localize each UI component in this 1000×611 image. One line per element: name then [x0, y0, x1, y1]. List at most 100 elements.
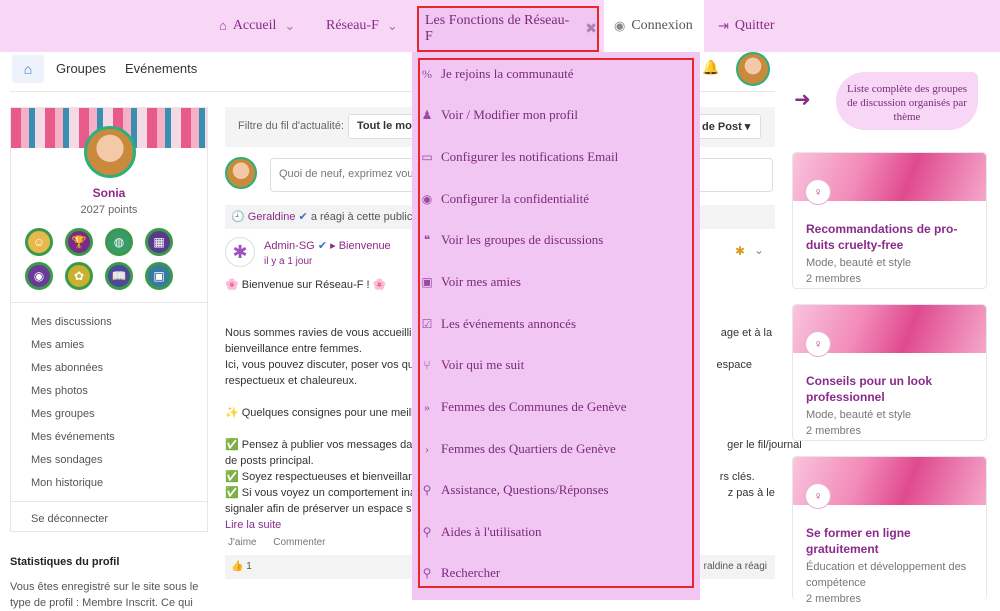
stats-text: Vous êtes enregistré sur le site sous le…	[10, 581, 199, 609]
profile-card: Sonia 2027 points ☺ 🏆 ◍ ▦ ◉ ✿ 📖 ▣	[10, 107, 208, 303]
verified-icon: ✔	[298, 211, 308, 223]
menu-item-label: Les événements annoncés	[441, 316, 577, 331]
menu-item-aides[interactable]: ⚲ Aides à l'utilisation	[420, 524, 542, 540]
group-members: 2 membres	[806, 593, 862, 605]
avatar[interactable]	[225, 157, 257, 189]
promo-bubble[interactable]: Liste complète des groupes de discussion…	[836, 72, 978, 130]
close-icon[interactable]: ✖	[585, 21, 597, 38]
home-icon: ⌂	[219, 18, 227, 33]
caret-right-icon: ▸	[330, 240, 336, 252]
likes-count[interactable]: 1	[246, 561, 252, 572]
nav-quitter[interactable]: ⇥ Quitter	[718, 0, 775, 52]
badge-id-icon[interactable]: ▣	[145, 262, 173, 290]
bell-icon[interactable]: 🔔	[702, 59, 719, 76]
subnav-groupes[interactable]: Groupes	[56, 61, 106, 76]
menu-item-label: Voir mes amies	[441, 274, 521, 289]
thumbs-up-icon: 👍	[231, 561, 244, 572]
group-cover: ♀	[793, 153, 986, 205]
badge-smile-icon[interactable]: ☺	[25, 228, 53, 256]
menu-item-label: Rechercher	[441, 565, 501, 580]
verified-icon: ✔	[317, 240, 328, 252]
menu-item-label: Je rejoins la communauté	[441, 66, 574, 81]
venus-icon: ♀	[805, 179, 831, 205]
menu-item-label: Voir qui me suit	[441, 357, 525, 372]
menu-item-label: Voir / Modifier mon profil	[441, 107, 578, 122]
menu-item-label: Configurer les notifications Email	[441, 149, 619, 164]
chevron-down-icon: ⌄	[284, 18, 296, 33]
flower-icon: ✱	[735, 244, 746, 258]
nav-quitter-label: Quitter	[734, 18, 775, 33]
chevron-down-icon[interactable]: ⌄	[754, 243, 764, 257]
menu-item-profil[interactable]: ♟ Voir / Modifier mon profil	[420, 107, 578, 123]
badge-image-icon[interactable]: ▦	[145, 228, 173, 256]
subnav-evenements[interactable]: Evénements	[125, 61, 197, 76]
activity-user[interactable]: Geraldine	[248, 211, 296, 223]
menu-item-evenements[interactable]: ☑ Les événements annoncés	[420, 316, 576, 332]
menu-item-confidentialite[interactable]: ◉ Configurer la confidentialité	[420, 191, 589, 207]
badge-globe-icon[interactable]: ◍	[105, 228, 133, 256]
post-author-avatar[interactable]: ✱	[225, 237, 255, 267]
sort-select-label: de Post	[702, 121, 742, 133]
menu-item-rechercher[interactable]: ⚲ Rechercher	[420, 565, 501, 581]
nav-fonctions-label: Les Fonctions de Réseau-F	[425, 13, 570, 44]
menu-mes-amies[interactable]: Mes amies	[31, 334, 207, 357]
menu-mon-historique[interactable]: Mon historique	[31, 472, 207, 495]
nav-fonctions[interactable]: Les Fonctions de Réseau-F ✖	[417, 6, 599, 52]
nav-connexion-label: Connexion	[631, 18, 693, 33]
group-card[interactable]: ♀ Recommandations de pro-duits cruelty-f…	[792, 152, 987, 289]
post-timestamp[interactable]: il y a 1 jour	[264, 256, 312, 267]
menu-item-assistance[interactable]: ⚲ Assistance, Questions/Réponses	[420, 482, 609, 498]
group-card[interactable]: ♀ Se former en ligne gratuitement Éducat…	[792, 456, 987, 605]
badge-book-icon[interactable]: 📖	[105, 262, 133, 290]
like-button[interactable]: J'aime	[228, 537, 257, 548]
menu-mes-discussions[interactable]: Mes discussions	[31, 311, 207, 334]
filter-select[interactable]: Tout le mon	[348, 114, 418, 139]
badge-user-icon[interactable]: ◉	[25, 262, 53, 290]
badge-flower-icon[interactable]: ✿	[65, 262, 93, 290]
menu-item-notifications[interactable]: ▭ Configurer les notifications Email	[420, 149, 618, 165]
user-icon: ♟	[421, 107, 433, 122]
venus-icon: ♀	[805, 483, 831, 509]
home-button[interactable]: ⌂	[12, 55, 44, 83]
menu-mes-abonnees[interactable]: Mes abonnées	[31, 357, 207, 380]
profile-name[interactable]: Sonia	[11, 186, 207, 200]
top-navbar: ⌂ Accueil ⌄ Réseau-F ⌄ Les Fonctions de …	[0, 0, 1000, 52]
group-title[interactable]: Conseils pour un look professionnel	[806, 373, 976, 405]
comment-button[interactable]: Commenter	[273, 537, 325, 548]
nav-connexion[interactable]: ◉ Connexion	[604, 0, 704, 52]
logout-link[interactable]: Se déconnecter	[31, 508, 207, 531]
avatar[interactable]	[736, 52, 770, 86]
stats-title: Statistiques du profil	[10, 556, 120, 568]
group-title[interactable]: Se former en ligne gratuitement	[806, 525, 976, 557]
nav-accueil-label: Accueil	[232, 18, 277, 33]
menu-mes-evenements[interactable]: Mes événements	[31, 426, 207, 449]
menu-item-amies[interactable]: ▣ Voir mes amies	[420, 274, 521, 290]
menu-item-rejoindre[interactable]: % Je rejoins la communauté	[420, 66, 574, 82]
sort-select[interactable]: de Post ▾	[693, 114, 761, 139]
groups-promo[interactable]: ➜ Liste complète des groupes de discussi…	[792, 70, 986, 130]
menu-mes-groupes[interactable]: Mes groupes	[31, 403, 207, 426]
nav-accueil[interactable]: ⌂ Accueil ⌄	[219, 0, 295, 52]
group-title[interactable]: Recommandations de pro-duits cruelty-fre…	[806, 221, 976, 253]
menu-item-label: Assistance, Questions/Réponses	[441, 482, 609, 497]
menu-item-suit[interactable]: ⑂ Voir qui me suit	[420, 357, 524, 373]
menu-item-communes[interactable]: » Femmes des Communes de Genève	[420, 399, 627, 415]
filter-label: Filtre du fil d'actualité:	[238, 120, 345, 132]
menu-mes-sondages[interactable]: Mes sondages	[31, 449, 207, 472]
group-card[interactable]: ♀ Conseils pour un look professionnel Mo…	[792, 304, 987, 441]
profile-avatar[interactable]	[84, 126, 136, 178]
menu-item-quartiers[interactable]: › Femmes des Quartiers de Genève	[420, 441, 616, 457]
menu-item-label: Femmes des Quartiers de Genève	[441, 441, 616, 456]
post-group-name[interactable]: Bienvenue	[339, 240, 391, 252]
badge-trophy-icon[interactable]: 🏆	[65, 228, 93, 256]
post-author-name[interactable]: Admin-SG	[264, 240, 315, 252]
group-cover: ♀	[793, 457, 986, 509]
nav-reseau[interactable]: Réseau-F ⌄	[326, 0, 398, 52]
sign-out-icon: ⇥	[718, 18, 729, 33]
search-icon: ⚲	[422, 524, 432, 539]
fonctions-dropdown-menu: % Je rejoins la communauté ♟ Voir / Modifi…	[412, 52, 700, 600]
menu-item-groupes[interactable]: ❝ Voir les groupes de discussions	[420, 232, 604, 248]
post-author-line: Admin-SG ✔ ▸ Bienvenue	[264, 239, 391, 252]
menu-mes-photos[interactable]: Mes photos	[31, 380, 207, 403]
search-icon: ⚲	[422, 482, 432, 497]
